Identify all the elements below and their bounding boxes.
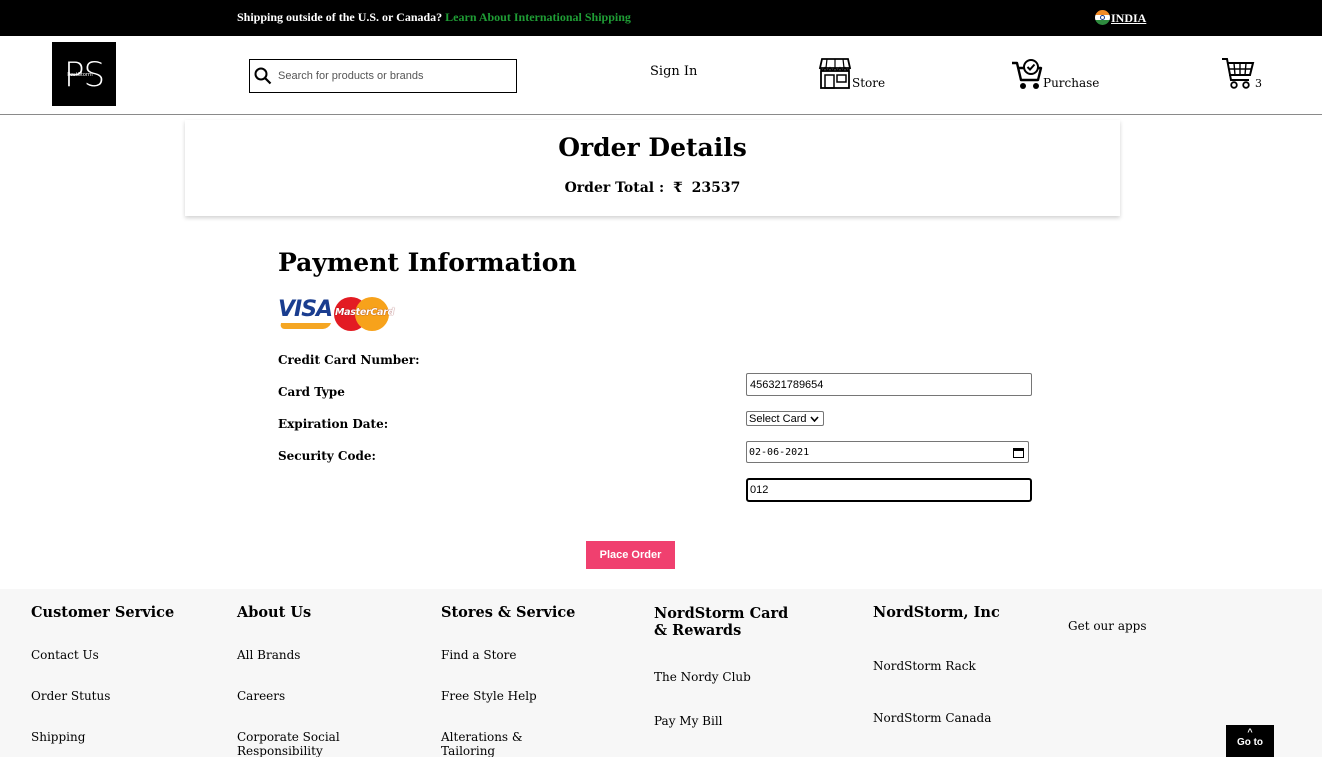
purchase-link[interactable]: Purchase [1011,58,1099,90]
footer-column-stores-service: Stores & Service [441,604,575,621]
site-logo[interactable]: PS PostStorm [52,42,116,106]
country-label[interactable]: INDIA [1111,11,1146,26]
footer-link-careers[interactable]: Careers [237,689,285,703]
sign-in-link[interactable]: Sign In [650,64,697,79]
footer-column-nordstorm-inc: NordStorm, Inc [873,604,1000,621]
chevron-down-icon [810,415,820,422]
card-type-label: Card Type [278,385,345,399]
order-total-value: 23537 [691,180,741,196]
logo-subtext: PostStorm [67,72,93,78]
security-code-input[interactable]: 012 [746,478,1032,502]
payment-title: Payment Information [278,248,577,277]
footer-link-corporate-responsibility[interactable]: Corporate Social Responsibility [237,730,347,757]
footer-link-shipping[interactable]: Shipping [31,730,85,744]
country-selector[interactable]: INDIA [1095,8,1146,26]
expiration-date-input[interactable]: 02-06-2021 [746,441,1029,463]
footer-link-nordstorm-rack[interactable]: NordStorm Rack [873,659,976,673]
footer-heading: NordStorm, Inc [873,604,1000,621]
footer-column-customer-service: Customer Service [31,604,174,621]
footer-heading: Customer Service [31,604,175,621]
order-total: Order Total : ₹ 23537 [185,180,1120,196]
calendar-icon[interactable] [1013,447,1024,458]
place-order-button[interactable]: Place Order [586,541,675,569]
visa-logo-text: VISA [278,297,333,322]
expiration-date-value: 02-06-2021 [749,446,810,458]
footer-heading: Stores & Service [441,604,576,621]
get-apps-text[interactable]: Get our apps [1068,619,1147,633]
checkout-page: Shipping outside of the U.S. or Canada? … [0,0,1322,757]
site-footer: Customer Service Contact Us Order Stutus… [0,589,1322,757]
cart-icon [1222,58,1255,89]
go-to-top-button[interactable]: ^ Go to [1226,725,1274,757]
footer-link-alterations[interactable]: Alterations & Tailoring [441,730,531,757]
purchase-cart-icon [1012,59,1043,89]
arrow-up-icon: ^ [1247,727,1253,737]
card-number-label: Credit Card Number: [278,353,420,367]
store-link[interactable]: Store [818,56,885,90]
currency-symbol: ₹ [673,180,683,196]
mastercard-logo: MasterCard [334,296,394,332]
footer-link-free-style-help[interactable]: Free Style Help [441,689,537,703]
security-code-label: Security Code: [278,449,376,463]
footer-link-all-brands[interactable]: All Brands [237,648,300,662]
search-icon[interactable] [254,67,272,85]
store-label: Store [852,76,886,90]
footer-link-contact-us[interactable]: Contact Us [31,648,99,662]
go-to-label: Go to [1236,737,1264,748]
footer-link-nordstorm-canada[interactable]: NordStorm Canada [873,711,991,725]
purchase-label: Purchase [1043,76,1100,90]
cart-count: 3 [1255,77,1262,90]
card-type-selected: Select Card [749,412,807,425]
india-flag-icon [1095,9,1110,25]
mastercard-logo-text: MasterCard [335,307,395,318]
ps-logo-icon: PS PostStorm [64,55,105,95]
footer-heading: About Us [237,604,312,621]
expiration-date-label: Expiration Date: [278,417,389,431]
footer-column-about-us: About Us [237,604,311,621]
shipping-message: Shipping outside of the U.S. or Canada? … [237,10,631,25]
shipping-text: Shipping outside of the U.S. or Canada? [237,10,443,24]
visa-logo: VISA [278,295,334,333]
footer-heading: NordStorm Card & Rewards [654,605,789,639]
accepted-cards: VISA MasterCard [278,295,394,333]
security-code-value: 012 [750,484,769,496]
footer-link-nordy-club[interactable]: The Nordy Club [654,670,751,684]
footer-link-pay-bill[interactable]: Pay My Bill [654,714,723,728]
search-bar[interactable] [249,59,517,93]
card-type-select[interactable]: Select Card [746,411,824,426]
international-shipping-link[interactable]: Learn About International Shipping [445,10,631,24]
order-total-label: Order Total : [564,180,665,196]
store-icon [818,58,852,89]
card-number-input[interactable] [746,373,1032,396]
cart-link[interactable]: 3 [1221,56,1262,90]
footer-link-order-status[interactable]: Order Stutus [31,689,110,703]
shipping-banner: Shipping outside of the U.S. or Canada? … [0,0,1322,36]
footer-column-card-rewards: NordStorm Card & Rewards [654,605,804,639]
order-details-title: Order Details [558,133,747,162]
site-header: PS PostStorm Sign In Store [0,36,1322,115]
order-details-card: Order Details Order Total : ₹ 23537 [185,120,1120,216]
footer-link-find-store[interactable]: Find a Store [441,648,516,662]
search-input[interactable] [278,70,508,82]
